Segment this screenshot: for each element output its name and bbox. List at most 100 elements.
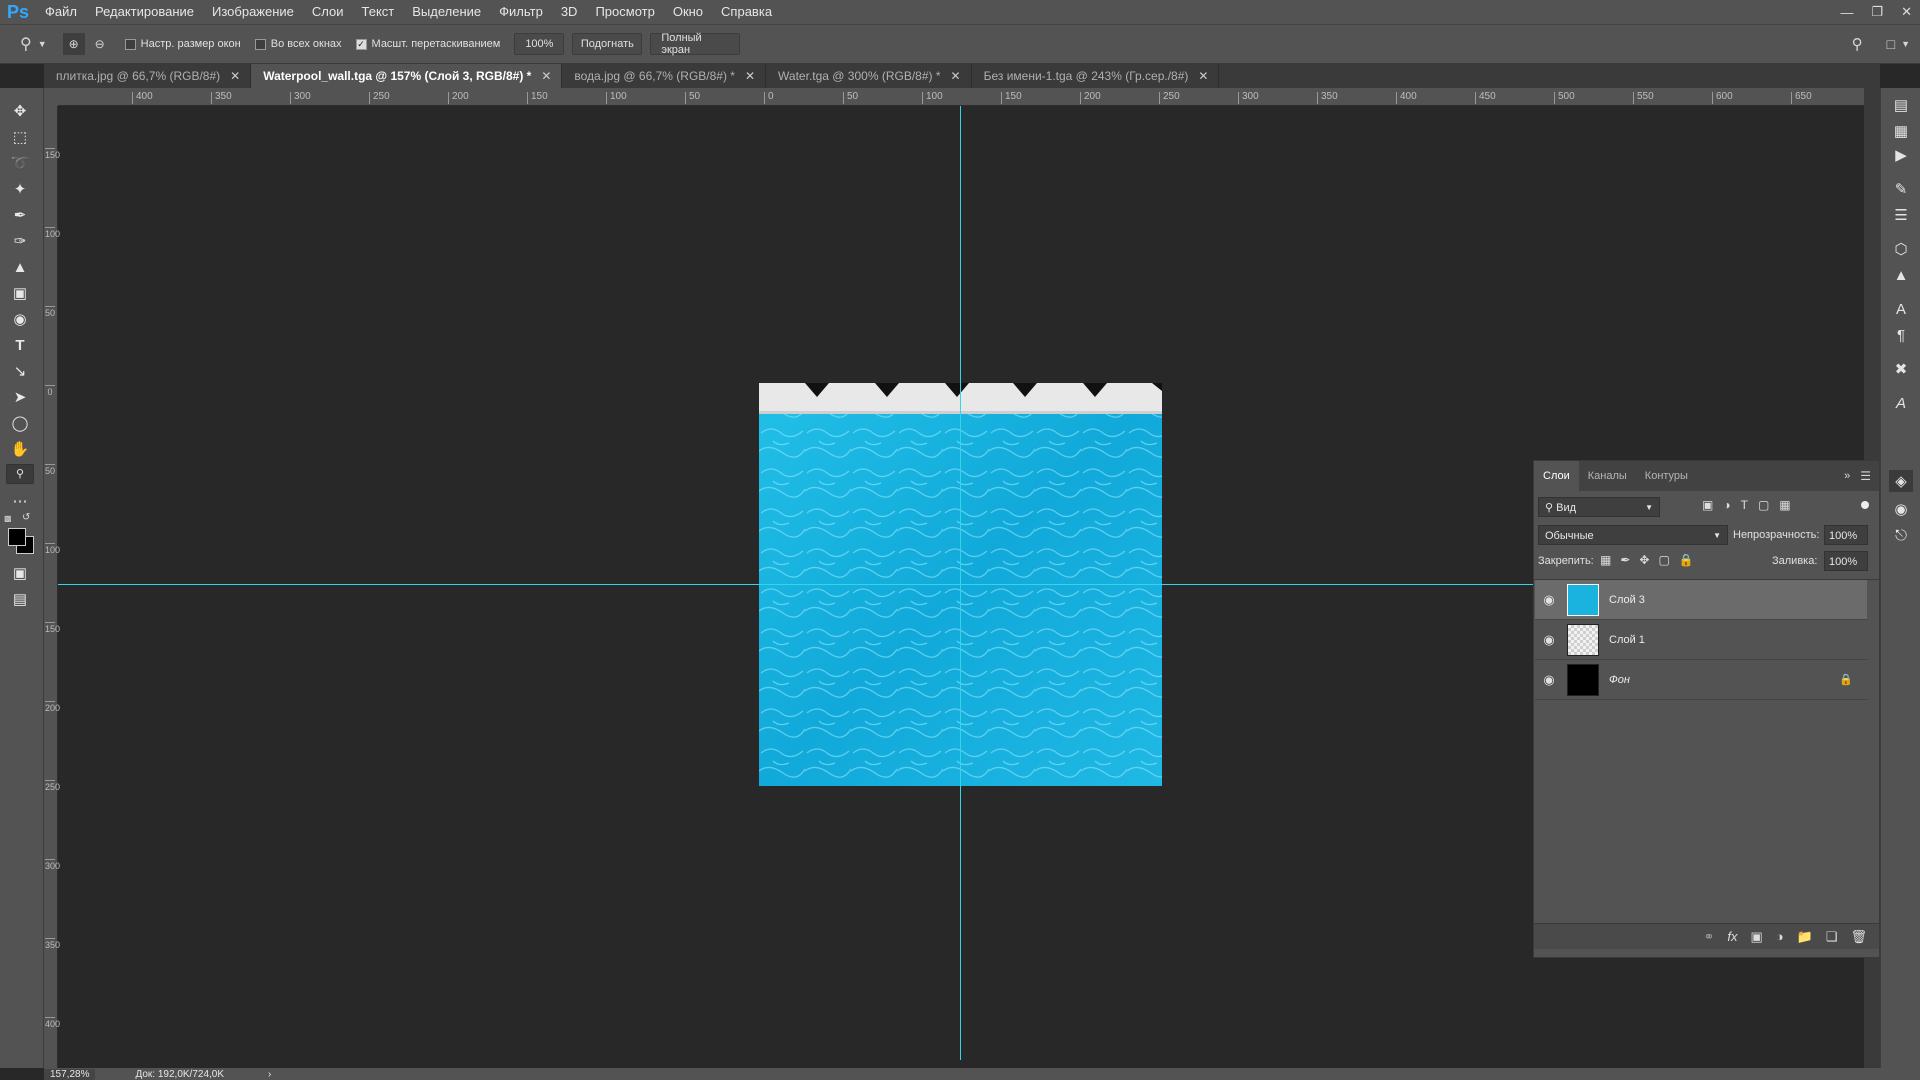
paint-bucket-tool-icon[interactable]: ◉: [6, 308, 34, 330]
close-icon[interactable]: ✕: [745, 69, 755, 83]
eye-icon[interactable]: ◉: [1535, 672, 1563, 688]
tab-waterpool-wall[interactable]: Waterpool_wall.tga @ 157% (Слой 3, RGB/8…: [251, 64, 563, 88]
tab-plitka[interactable]: плитка.jpg @ 66,7% (RGB/8#) ✕: [44, 64, 252, 88]
character-icon[interactable]: A: [1889, 298, 1913, 320]
status-chevron-icon[interactable]: ›: [268, 1069, 271, 1080]
paragraph-icon[interactable]: ¶: [1889, 324, 1913, 346]
zoom-tool-icon[interactable]: ⚲: [6, 464, 34, 484]
eraser-tool-icon[interactable]: ▣: [6, 282, 34, 304]
tool-preset-chevron-icon[interactable]: ▼: [38, 39, 47, 49]
workspace-chevron-icon[interactable]: ▼: [1901, 39, 1910, 49]
filter-adjustment-icon[interactable]: ◑: [1723, 498, 1730, 512]
brush-settings-icon[interactable]: ✎: [1889, 178, 1913, 200]
default-colors-icon[interactable]: ▩: [4, 514, 14, 524]
close-icon[interactable]: ✕: [541, 69, 551, 83]
horizontal-guide[interactable]: [58, 584, 1533, 585]
blend-mode-select[interactable]: Обычные ▼: [1538, 525, 1728, 545]
minimize-icon[interactable]: —: [1840, 5, 1853, 20]
layer-row-sloi1[interactable]: ◉ Слой 1: [1535, 620, 1867, 660]
tab-layers[interactable]: Слои: [1534, 461, 1579, 491]
lock-artboard-icon[interactable]: ▢: [1658, 553, 1669, 567]
tab-channels[interactable]: Каналы: [1579, 461, 1636, 491]
menu-select[interactable]: Выделение: [403, 0, 490, 24]
new-group-icon[interactable]: 📁: [1797, 929, 1813, 945]
tab-voda[interactable]: вода.jpg @ 66,7% (RGB/8#) * ✕: [562, 64, 767, 88]
tab-untitled[interactable]: Без имени-1.tga @ 243% (Гр.сер./8#) ✕: [972, 64, 1220, 88]
link-layers-icon[interactable]: ⚭: [1703, 929, 1714, 945]
stamp-tool-icon[interactable]: ▲: [6, 256, 34, 278]
eye-icon[interactable]: ◉: [1535, 592, 1563, 608]
lock-position-icon[interactable]: ✥: [1639, 553, 1649, 567]
zoom-in-icon[interactable]: ⊕: [62, 33, 85, 55]
lock-image-icon[interactable]: ✒: [1620, 553, 1630, 567]
workspace-icon[interactable]: □: [1887, 36, 1895, 52]
more-tools-icon[interactable]: ⋯: [6, 490, 34, 512]
marquee-tool-icon[interactable]: ⬚: [6, 126, 34, 148]
fill-input[interactable]: 100% ▼: [1824, 551, 1868, 586]
restore-icon[interactable]: ❐: [1871, 4, 1883, 20]
magic-wand-tool-icon[interactable]: ✦: [6, 178, 34, 200]
lock-transparent-icon[interactable]: ▦: [1600, 553, 1611, 567]
channels-icon[interactable]: ◉: [1889, 498, 1913, 520]
close-icon[interactable]: ✕: [1901, 4, 1912, 20]
menu-filter[interactable]: Фильтр: [490, 0, 552, 24]
ellipse-tool-icon[interactable]: ◯: [6, 412, 34, 434]
history-icon[interactable]: ▤: [1889, 94, 1913, 116]
filter-smart-object-icon[interactable]: ▦: [1779, 498, 1790, 512]
resize-windows-checkbox[interactable]: Настр. размер окон: [124, 38, 241, 50]
menu-layers[interactable]: Слои: [303, 0, 353, 24]
adjustment-layer-icon[interactable]: ◑: [1776, 929, 1784, 944]
fullscreen-button[interactable]: Полный экран: [650, 32, 741, 56]
glyphs-icon[interactable]: A: [1889, 392, 1913, 414]
vertical-guide[interactable]: [960, 106, 961, 1060]
delete-layer-icon[interactable]: 🗑: [1850, 929, 1867, 945]
close-icon[interactable]: ✕: [951, 69, 961, 83]
layer-row-fon[interactable]: ◉ Фон 🔒: [1535, 660, 1867, 700]
menu-text[interactable]: Текст: [353, 0, 404, 24]
all-windows-checkbox[interactable]: Во всех окнах: [254, 38, 342, 50]
screen-mode-icon[interactable]: ▤: [6, 588, 34, 610]
menu-edit[interactable]: Редактирование: [86, 0, 203, 24]
properties-icon[interactable]: ▦: [1889, 120, 1913, 142]
close-icon[interactable]: ✕: [1198, 69, 1208, 83]
paths-icon[interactable]: ⎋: [1889, 524, 1913, 546]
fit-screen-button[interactable]: Подогнать: [572, 33, 643, 55]
path-select-tool-icon[interactable]: ➤: [6, 386, 34, 408]
collapse-panel-icon[interactable]: »: [1844, 470, 1850, 482]
pen-tool-icon[interactable]: ↘: [6, 360, 34, 382]
zoom-level[interactable]: 157,28%: [44, 1068, 96, 1080]
move-tool-icon[interactable]: ✥: [6, 100, 34, 122]
filter-toggle[interactable]: [1861, 501, 1869, 509]
quick-mask-icon[interactable]: ▣: [6, 562, 34, 584]
panel-menu-icon[interactable]: ☰: [1860, 469, 1871, 483]
add-mask-icon[interactable]: ▣: [1750, 929, 1762, 945]
actions-play-icon[interactable]: ▶: [1889, 144, 1913, 166]
tab-paths[interactable]: Контуры: [1636, 461, 1697, 491]
hand-tool-icon[interactable]: ✋: [6, 438, 34, 460]
layer-row-sloi3[interactable]: ◉ Слой 3: [1535, 580, 1867, 620]
scrubby-zoom-checkbox[interactable]: ✓ Масшт. перетаскиванием: [355, 38, 500, 50]
lock-all-icon[interactable]: 🔒: [1679, 553, 1694, 567]
clone-source-icon[interactable]: ▲: [1889, 264, 1913, 286]
menu-3d[interactable]: 3D: [552, 0, 587, 24]
3d-icon[interactable]: ⬡: [1889, 238, 1913, 260]
filter-shape-icon[interactable]: ▢: [1758, 498, 1769, 512]
menu-view[interactable]: Просмотр: [586, 0, 663, 24]
eye-icon[interactable]: ◉: [1535, 632, 1563, 648]
opacity-input[interactable]: 100% ▼: [1824, 525, 1868, 560]
menu-image[interactable]: Изображение: [203, 0, 303, 24]
search-icon[interactable]: ⚲: [1852, 35, 1863, 53]
layers-icon[interactable]: ◈: [1889, 470, 1913, 492]
menu-file[interactable]: Файл: [36, 0, 86, 24]
zoom-out-icon[interactable]: ⊖: [89, 33, 111, 55]
lasso-tool-icon[interactable]: ➰: [6, 152, 34, 174]
layer-filter-select[interactable]: ⚲ Вид ▼: [1538, 497, 1660, 517]
menu-window[interactable]: Окно: [664, 0, 712, 24]
zoom-tool-icon[interactable]: ⚲: [20, 34, 32, 54]
type-tool-icon[interactable]: T: [6, 334, 34, 356]
filter-type-icon[interactable]: T: [1741, 498, 1748, 512]
eyedropper-tool-icon[interactable]: ✒: [6, 204, 34, 226]
fx-icon[interactable]: fx: [1727, 929, 1737, 944]
adjustments-icon[interactable]: ☰: [1889, 204, 1913, 226]
swap-colors-icon[interactable]: ↺: [22, 512, 30, 523]
